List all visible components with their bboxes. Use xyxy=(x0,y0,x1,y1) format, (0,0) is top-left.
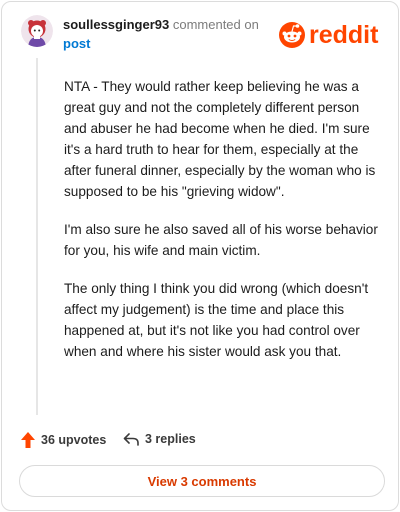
reddit-wordmark: reddit xyxy=(309,21,379,49)
replies-count: 3 replies xyxy=(145,432,196,446)
comment-card: soullessginger93 commented on post reddi… xyxy=(1,1,399,511)
upvote-count: 36 upvotes xyxy=(41,433,107,447)
comment-author-line: soullessginger93 commented on xyxy=(63,17,259,32)
replies-button[interactable]: 3 replies xyxy=(123,432,196,446)
comment-paragraph: NTA - They would rather keep believing h… xyxy=(64,79,376,199)
comment-body: NTA - They would rather keep believing h… xyxy=(64,76,382,379)
reply-arrow-icon xyxy=(123,433,139,446)
thread-line[interactable] xyxy=(36,58,38,415)
avatar-icon xyxy=(21,15,53,47)
upvote-arrow-icon xyxy=(21,432,35,448)
comment-paragraph: I'm also sure he also saved all of his w… xyxy=(64,222,378,258)
view-comments-button[interactable]: View 3 comments xyxy=(19,465,385,497)
upvote-button[interactable]: 36 upvotes xyxy=(21,432,106,448)
avatar[interactable] xyxy=(21,15,53,47)
reddit-snoo-icon xyxy=(279,22,305,48)
author-username[interactable]: soullessginger93 xyxy=(63,17,169,32)
comment-action-text: commented on xyxy=(172,17,259,32)
comment-paragraph: The only thing I think you did wrong (wh… xyxy=(64,281,369,359)
reddit-logo[interactable]: reddit xyxy=(279,20,385,50)
post-link[interactable]: post xyxy=(63,36,90,51)
